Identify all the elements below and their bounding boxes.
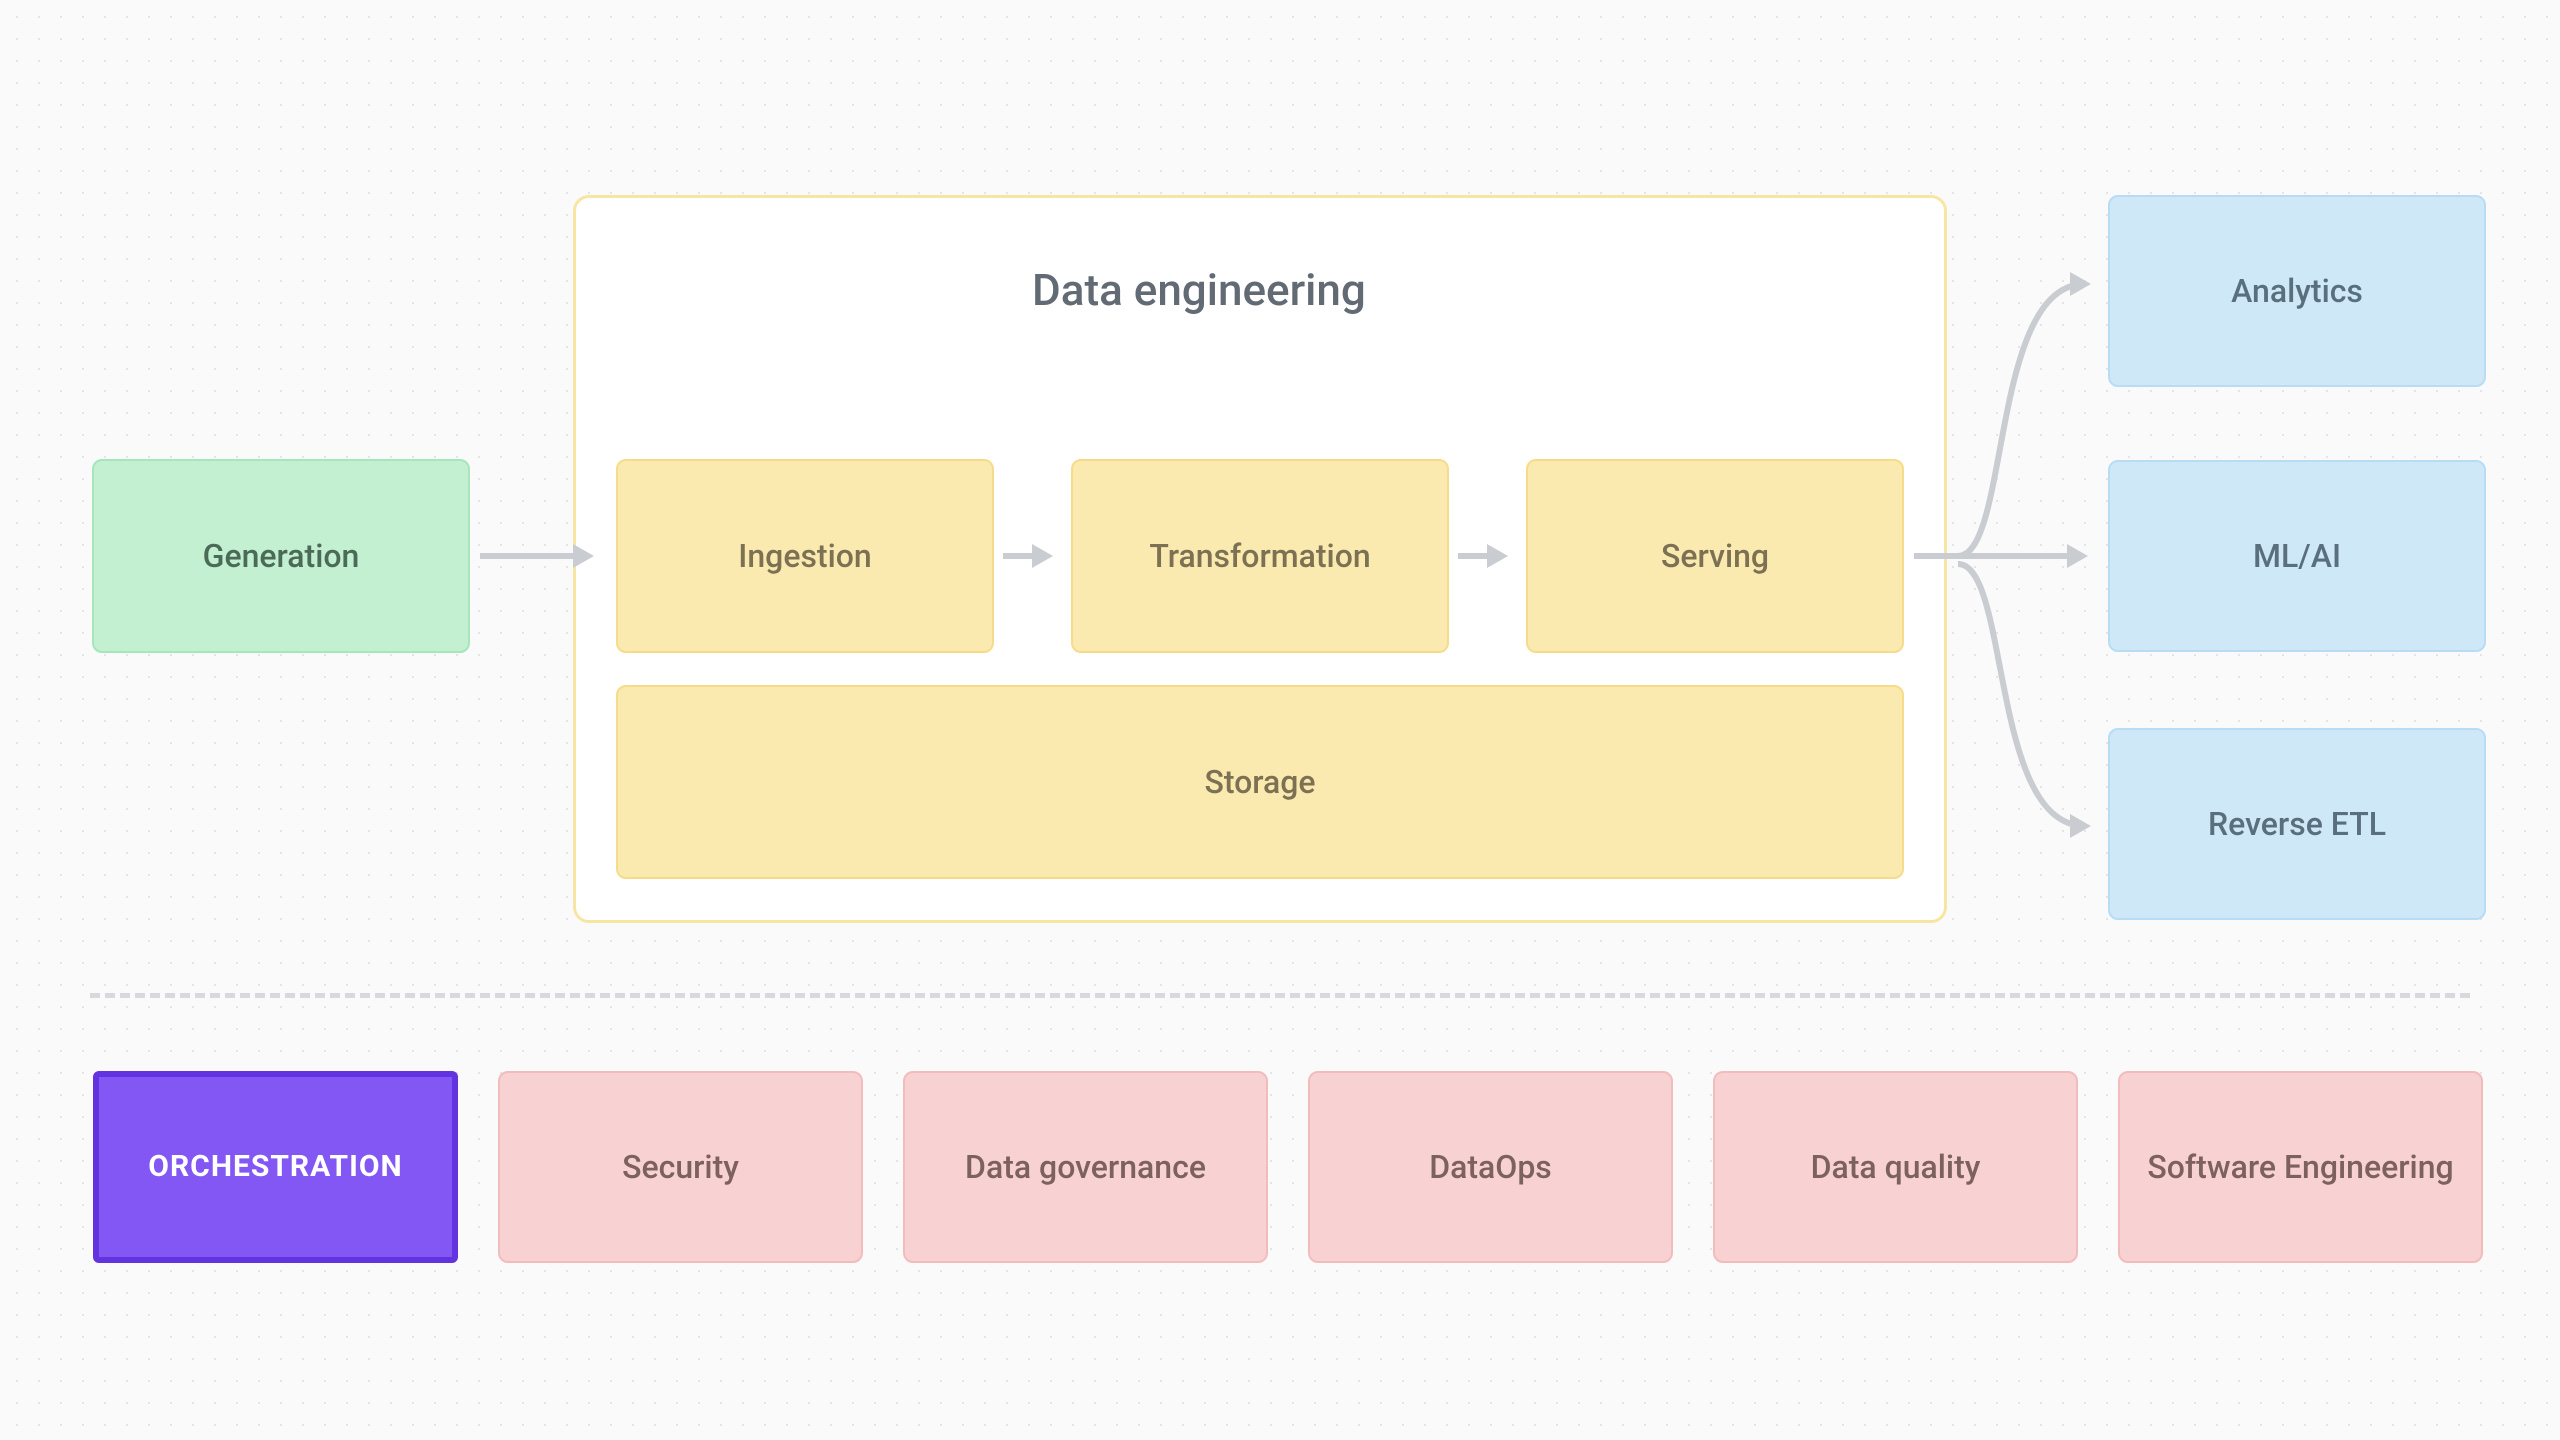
box-orchestration: ORCHESTRATION [93, 1071, 458, 1263]
label-serving: Serving [1661, 536, 1769, 576]
label-reverse-etl: Reverse ETL [2208, 804, 2386, 844]
box-generation: Generation [92, 459, 470, 653]
label-transformation: Transformation [1149, 536, 1370, 576]
data-engineering-title: Data engineering [1032, 264, 1366, 316]
box-storage: Storage [616, 685, 1904, 879]
box-security: Security [498, 1071, 863, 1263]
arrow-ingestion-to-transformation [995, 540, 1075, 570]
arrow-serving-to-reverse-etl [1950, 556, 2110, 856]
box-reverse-etl: Reverse ETL [2108, 728, 2486, 920]
divider-dashed [90, 993, 2470, 998]
label-storage: Storage [1204, 762, 1315, 802]
box-transformation: Transformation [1071, 459, 1449, 653]
label-security: Security [622, 1147, 739, 1187]
box-quality: Data quality [1713, 1071, 2078, 1263]
box-dataops: DataOps [1308, 1071, 1673, 1263]
box-serving: Serving [1526, 459, 1904, 653]
label-dataops: DataOps [1429, 1147, 1552, 1187]
arrow-transformation-to-serving [1450, 540, 1530, 570]
label-quality: Data quality [1811, 1147, 1981, 1187]
box-ingestion: Ingestion [616, 459, 994, 653]
box-analytics: Analytics [2108, 195, 2486, 387]
label-governance: Data governance [965, 1147, 1206, 1187]
label-generation: Generation [203, 536, 360, 576]
label-mlai: ML/AI [2253, 536, 2341, 576]
box-mlai: ML/AI [2108, 460, 2486, 652]
arrow-generation-to-ingestion [470, 540, 620, 570]
label-ingestion: Ingestion [738, 536, 871, 576]
box-swe: Software Engineering [2118, 1071, 2483, 1263]
arrow-serving-to-analytics [1950, 264, 2110, 564]
label-orchestration: ORCHESTRATION [148, 1148, 402, 1186]
label-swe: Software Engineering [2147, 1147, 2453, 1187]
label-analytics: Analytics [2231, 271, 2363, 311]
box-governance: Data governance [903, 1071, 1268, 1263]
